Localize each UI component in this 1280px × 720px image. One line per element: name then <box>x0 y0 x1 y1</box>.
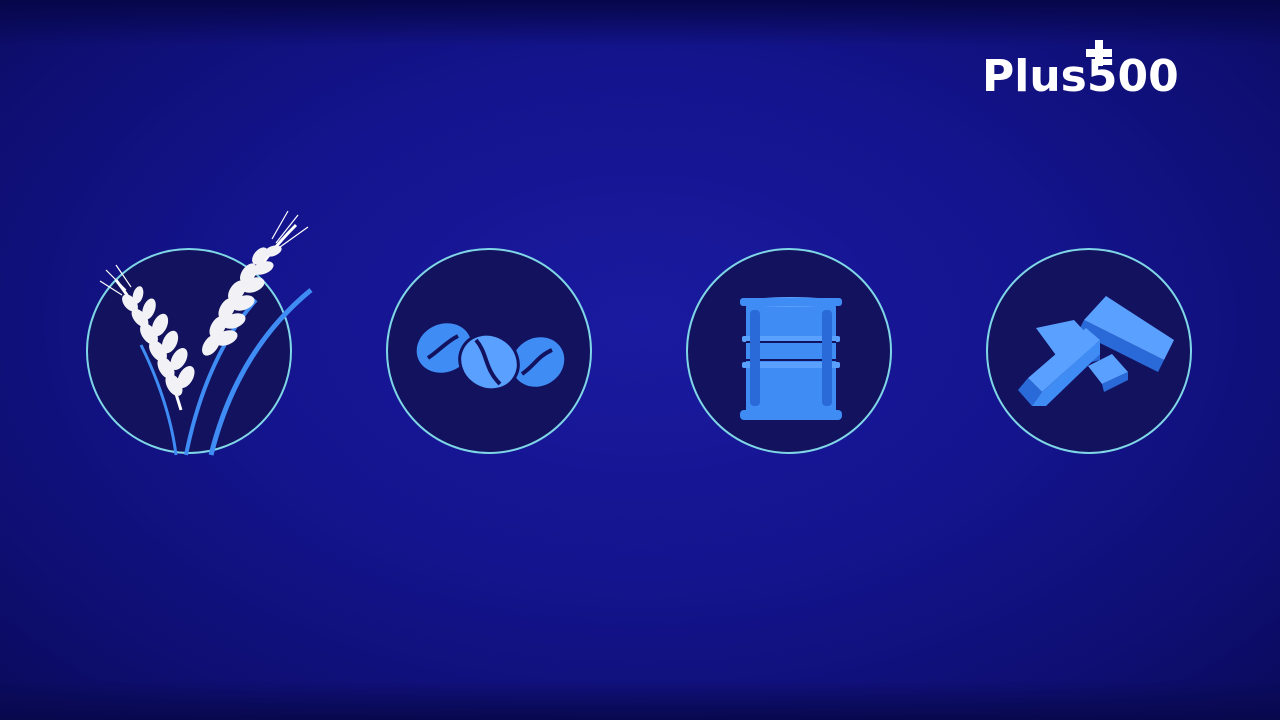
bottom-vignette <box>0 680 1280 720</box>
coffee-beans-icon <box>416 323 565 392</box>
logo-wordmark: Plus500 <box>982 51 1179 102</box>
gold-circle <box>986 248 1192 454</box>
oil-barrel-icon <box>740 297 842 420</box>
wheat-icon <box>99 210 313 456</box>
coffee-circle <box>386 248 592 454</box>
video-frame: Plus500 <box>0 0 1280 720</box>
plus500-logo: Plus500 <box>980 38 1230 102</box>
oil-circle <box>686 248 892 454</box>
gold-bars-icon <box>1018 296 1174 406</box>
